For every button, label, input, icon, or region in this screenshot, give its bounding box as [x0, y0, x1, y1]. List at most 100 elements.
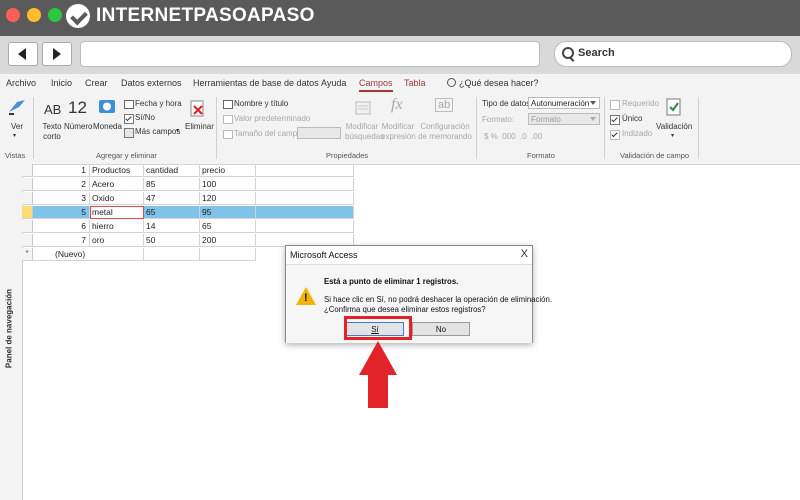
cantidad-cell[interactable]: cantidad: [144, 164, 200, 177]
requerido-label: Requerido: [622, 99, 659, 108]
indizado-checkbox[interactable]: [610, 130, 620, 140]
row-selector[interactable]: [22, 192, 33, 205]
mas-campos-button[interactable]: Más campos: [135, 127, 180, 136]
logo-check-icon: [66, 4, 90, 28]
configuracion-memorando-button[interactable]: Configuración de memorando: [416, 122, 474, 142]
table-row[interactable]: 3 Oxido 47 120: [22, 192, 356, 206]
tab-herramientas[interactable]: Herramientas de base de datos: [193, 78, 319, 88]
tab-campos[interactable]: Campos: [359, 78, 393, 92]
cantidad-cell[interactable]: 50: [144, 234, 200, 247]
name-cell[interactable]: Oxido: [90, 192, 144, 205]
navigation-pane[interactable]: Panel de navegación: [0, 164, 23, 500]
empty-cell[interactable]: [144, 248, 200, 261]
group-separator: [604, 97, 605, 159]
search-box[interactable]: Search: [554, 41, 792, 67]
name-cell[interactable]: metal: [90, 206, 144, 219]
group-formato: Formato: [527, 151, 555, 160]
name-cell[interactable]: Acero: [90, 178, 144, 191]
modificar-expresion-button[interactable]: Modificar expresión: [381, 122, 416, 142]
close-window-button[interactable]: [6, 8, 20, 22]
mas-campos-dropdown-icon[interactable]: ▾: [176, 127, 179, 134]
tell-me-box[interactable]: ¿Qué desea hacer?: [459, 78, 539, 88]
empty-cell[interactable]: [256, 178, 354, 191]
id-cell[interactable]: 7: [33, 234, 90, 247]
cantidad-cell[interactable]: 47: [144, 192, 200, 205]
empty-cell[interactable]: [256, 206, 354, 219]
tipo-datos-value: Autonumeración: [531, 99, 590, 108]
cantidad-cell[interactable]: 14: [144, 220, 200, 233]
table-row[interactable]: 1 Productos cantidad precio: [22, 164, 356, 178]
table-row-selected[interactable]: 5 metal 65 95: [22, 206, 356, 220]
row-selector[interactable]: [22, 206, 33, 219]
row-selector[interactable]: [22, 234, 33, 247]
precio-cell[interactable]: 100: [200, 178, 256, 191]
view-icon: [9, 100, 25, 115]
empty-cell[interactable]: [200, 248, 256, 261]
validacion-dropdown-icon[interactable]: ▾: [671, 132, 674, 139]
maximize-window-button[interactable]: [48, 8, 62, 22]
row-selector[interactable]: [22, 220, 33, 233]
tab-crear[interactable]: Crear: [85, 78, 108, 88]
calendar-icon: [124, 100, 134, 109]
eliminar-button[interactable]: Eliminar: [185, 122, 214, 131]
id-cell[interactable]: 2: [33, 178, 90, 191]
ver-dropdown-icon[interactable]: ▾: [13, 132, 16, 139]
table-row[interactable]: 2 Acero 85 100: [22, 178, 356, 192]
no-button[interactable]: No: [412, 322, 470, 336]
validacion-button[interactable]: Validación: [656, 122, 692, 131]
group-separator: [33, 97, 34, 159]
id-cell[interactable]: 3: [33, 192, 90, 205]
empty-cell[interactable]: [256, 164, 354, 177]
dialog-close-button[interactable]: X: [521, 248, 528, 260]
precio-cell[interactable]: 95: [200, 206, 256, 219]
unico-checkbox[interactable]: [610, 115, 620, 125]
empty-cell[interactable]: [256, 220, 354, 233]
minimize-window-button[interactable]: [27, 8, 41, 22]
tipo-datos-dropdown[interactable]: Autonumeración: [528, 97, 600, 109]
numero-button[interactable]: Número: [64, 122, 92, 131]
ver-button[interactable]: Ver: [11, 122, 23, 131]
new-record-cell[interactable]: (Nuevo): [33, 248, 144, 261]
cantidad-cell[interactable]: 65: [144, 206, 200, 219]
address-bar[interactable]: [80, 41, 540, 67]
tab-archivo[interactable]: Archivo: [6, 78, 36, 88]
valor-predeterminado-button[interactable]: Valor predeterminado: [234, 114, 310, 123]
search-label: Search: [578, 47, 615, 59]
tab-tabla[interactable]: Tabla: [404, 78, 426, 88]
id-cell[interactable]: 6: [33, 220, 90, 233]
name-cell[interactable]: oro: [90, 234, 144, 247]
texto-corto-icon: AB: [44, 102, 62, 117]
forward-button[interactable]: [42, 42, 72, 66]
row-selector[interactable]: [22, 164, 33, 177]
precio-cell[interactable]: precio: [200, 164, 256, 177]
row-selector[interactable]: [22, 178, 33, 191]
modificar-busquedas-button[interactable]: Modificar búsquedas: [345, 122, 384, 142]
texto-corto-button[interactable]: Texto corto: [40, 122, 64, 142]
ribbon-panel: Ver ▾ Vistas AB Texto corto 12 Número Mo…: [0, 94, 800, 165]
back-button[interactable]: [8, 42, 38, 66]
name-cell[interactable]: hierro: [90, 220, 144, 233]
fecha-hora-button[interactable]: Fecha y hora: [135, 99, 182, 108]
id-cell[interactable]: 1: [33, 164, 90, 177]
precio-cell[interactable]: 120: [200, 192, 256, 205]
name-cell[interactable]: Productos: [90, 164, 144, 177]
group-agregar-eliminar: Agregar y eliminar: [96, 151, 157, 160]
tamano-campo-input[interactable]: [297, 127, 341, 139]
formato-dropdown[interactable]: Formato: [528, 113, 600, 125]
requerido-checkbox[interactable]: [610, 100, 620, 110]
empty-cell[interactable]: [256, 192, 354, 205]
tab-inicio[interactable]: Inicio: [51, 78, 72, 88]
moneda-button[interactable]: Moneda: [93, 122, 122, 131]
precio-cell[interactable]: 65: [200, 220, 256, 233]
browser-titlebar: INTERNETPASOAPASO: [0, 0, 800, 36]
dialog-message-line1: Si hace clic en Sí, no podrá deshacer la…: [324, 295, 552, 304]
nombre-titulo-button[interactable]: Nombre y título: [234, 99, 288, 108]
number-format-icons[interactable]: $​ ​% ​ ​000 ​ ​.0 ​ ​.00: [484, 132, 542, 141]
cantidad-cell[interactable]: 85: [144, 178, 200, 191]
table-row[interactable]: 6 hierro 14 65: [22, 220, 356, 234]
si-no-button[interactable]: Sí/No: [135, 113, 155, 122]
tab-datos-externos[interactable]: Datos externos: [121, 78, 182, 88]
id-cell[interactable]: 5: [33, 206, 90, 219]
precio-cell[interactable]: 200: [200, 234, 256, 247]
tab-ayuda[interactable]: Ayuda: [321, 78, 346, 88]
